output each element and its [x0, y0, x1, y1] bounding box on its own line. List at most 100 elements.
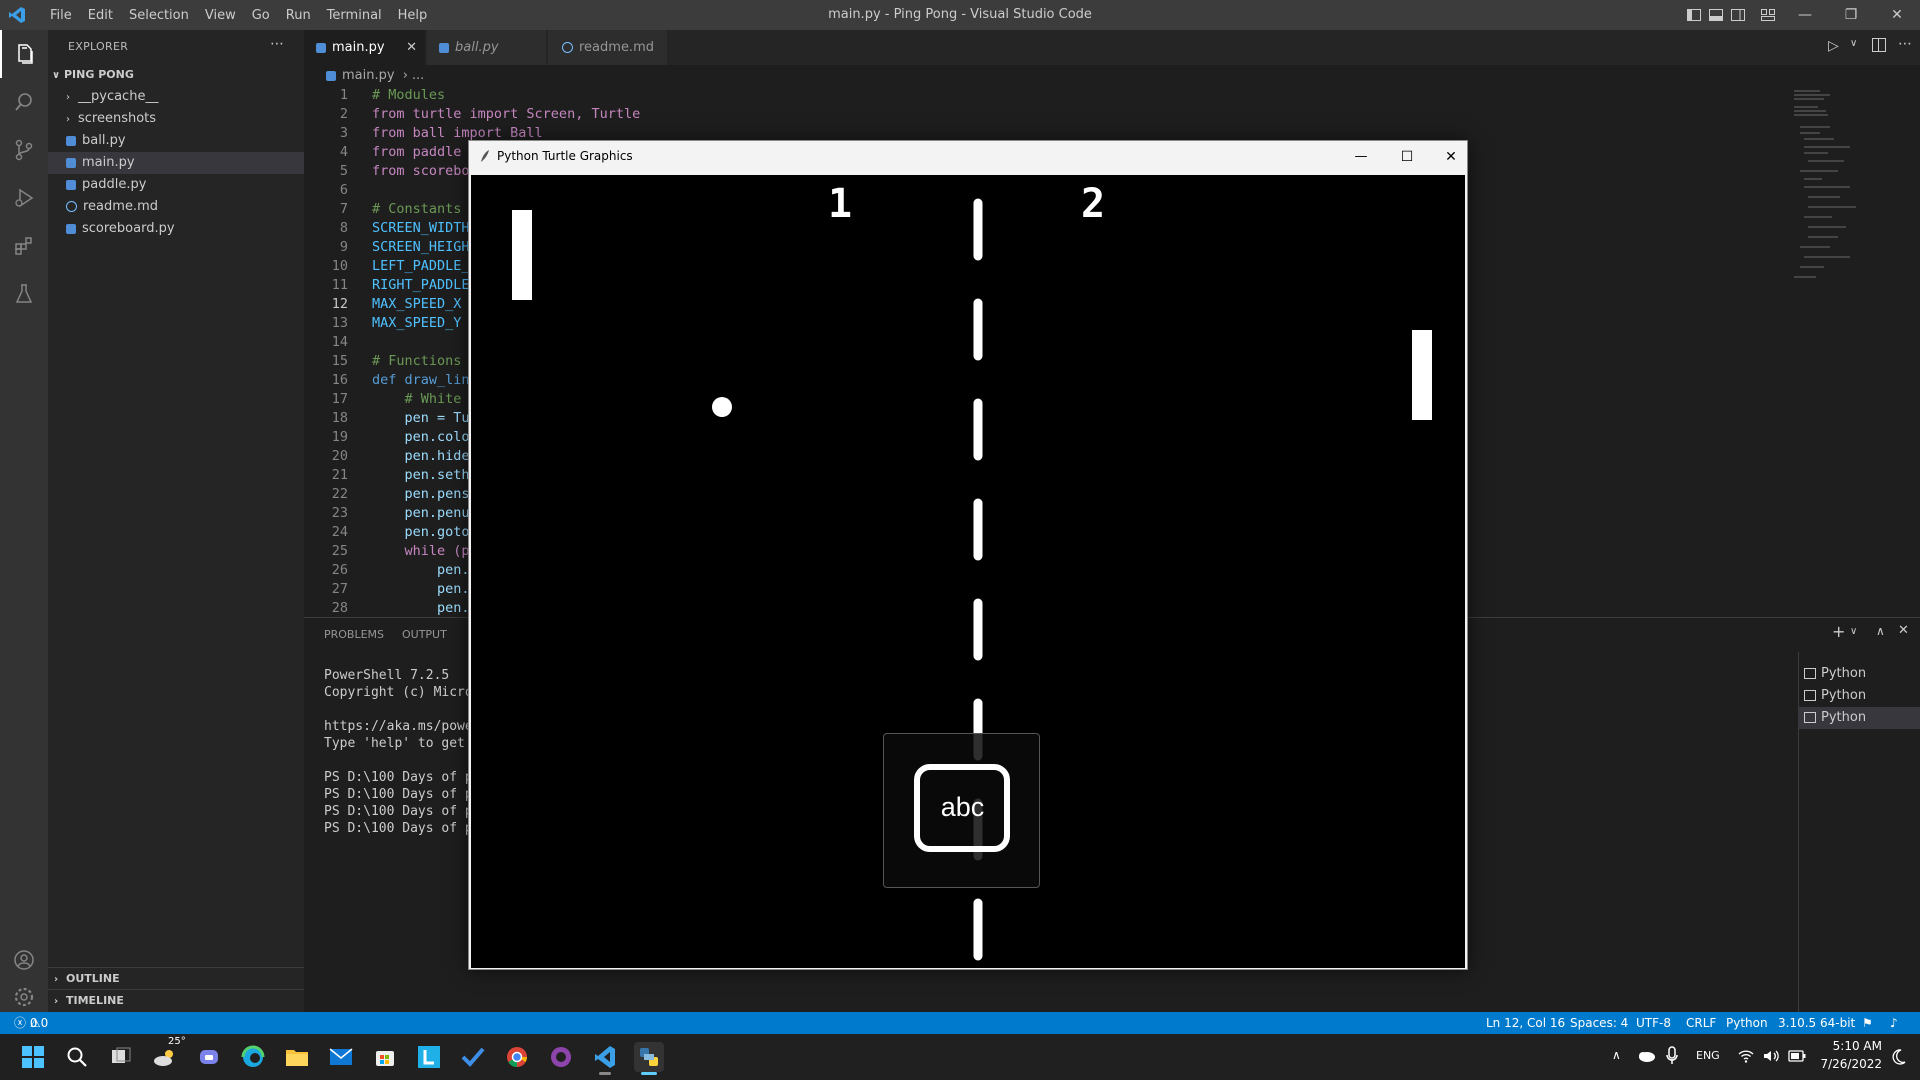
menu-help[interactable]: Help [390, 8, 436, 23]
clock-date[interactable]: 7/26/2022 [1808, 1057, 1882, 1071]
timeline-section[interactable]: › TIMELINE [48, 989, 304, 1011]
line-number: 26 [331, 562, 348, 578]
menu-file[interactable]: File [42, 8, 80, 23]
split-editor-icon[interactable] [1872, 38, 1886, 52]
l-app-icon[interactable] [414, 1042, 444, 1072]
cursor-position[interactable]: Ln 12, Col 16 [1486, 1012, 1565, 1034]
menu-edit[interactable]: Edit [80, 8, 121, 23]
input-language[interactable]: ENG [1696, 1049, 1720, 1062]
file-explorer-icon[interactable] [282, 1042, 312, 1072]
todo-checkmark-icon[interactable] [458, 1042, 488, 1072]
more-actions-icon[interactable]: ⋯ [270, 36, 284, 52]
feedback-icon[interactable]: ⚑ [1862, 1012, 1873, 1034]
microphone-icon[interactable] [1666, 1046, 1678, 1066]
restore-button[interactable]: ❐ [1828, 0, 1874, 30]
chrome-browser-icon[interactable] [502, 1042, 532, 1072]
new-terminal-icon[interactable]: + [1832, 622, 1845, 641]
tree-item-scoreboard-py[interactable]: scoreboard.py [48, 218, 304, 240]
terminal-instance[interactable]: Python [1798, 663, 1920, 685]
code-line: SCREEN_HEIGHT [372, 239, 478, 255]
menu-selection[interactable]: Selection [121, 8, 197, 23]
tree-item-readme-md[interactable]: readme.md [48, 196, 304, 218]
indentation[interactable]: Spaces: 4 [1570, 1012, 1628, 1034]
more-actions-icon[interactable]: ⋯ [1898, 36, 1912, 52]
close-button[interactable]: ✕ [1874, 0, 1920, 30]
explorer-icon[interactable] [0, 30, 48, 78]
maximize-panel-icon[interactable]: ∧ [1876, 624, 1885, 638]
tree-item-pycache[interactable]: › __pycache__ [48, 86, 304, 108]
windows-start-icon[interactable] [18, 1042, 48, 1072]
clock-time[interactable]: 5:10 AM [1818, 1039, 1882, 1053]
windows-taskbar: 25° ∧ ENG 5:10 AM 7/26/2022 [0, 1034, 1920, 1080]
menu-go[interactable]: Go [244, 8, 278, 23]
task-view-icon[interactable] [106, 1042, 136, 1072]
terminal-instance[interactable]: Python [1798, 685, 1920, 707]
outline-section[interactable]: › OUTLINE [48, 967, 304, 989]
minimize-button[interactable]: — [1782, 0, 1828, 30]
close-panel-icon[interactable]: ✕ [1898, 623, 1909, 638]
search-icon[interactable] [0, 78, 48, 126]
focus-assist-moon-icon[interactable] [1892, 1049, 1906, 1065]
settings-gear-icon[interactable] [0, 982, 48, 1012]
show-hidden-icons[interactable]: ∧ [1612, 1048, 1621, 1062]
testing-icon[interactable] [0, 270, 48, 318]
terminal-line: Copyright (c) Microso [324, 685, 489, 700]
code-line: from scorebo [372, 163, 470, 179]
weather-widget-icon[interactable]: 25° [150, 1036, 186, 1072]
project-folder[interactable]: ∨ PING PONG [48, 64, 304, 86]
tab-output[interactable]: OUTPUT [402, 628, 447, 641]
run-debug-icon[interactable] [0, 174, 48, 222]
tab-ball-py[interactable]: ball.py [427, 30, 547, 65]
encoding[interactable]: UTF-8 [1636, 1012, 1671, 1034]
menu-terminal[interactable]: Terminal [319, 8, 390, 23]
turtle-minimize-button[interactable]: — [1347, 143, 1375, 171]
tree-item-main-py[interactable]: main.py [48, 152, 304, 174]
python-interpreter[interactable]: 3.10.5 64-bit [1778, 1012, 1855, 1034]
battery-icon[interactable] [1788, 1050, 1806, 1062]
toggle-sidebar-icon[interactable] [1686, 7, 1702, 23]
tree-item-ball-py[interactable]: ball.py [48, 130, 304, 152]
edge-browser-icon[interactable] [238, 1042, 268, 1072]
turtle-maximize-button[interactable]: ☐ [1393, 143, 1421, 171]
microsoft-store-icon[interactable] [370, 1042, 400, 1072]
terminal-line: PS D:\100 Days of pyt [324, 804, 489, 819]
chevron-down-icon[interactable]: ∨ [1850, 626, 1857, 637]
accounts-icon[interactable] [0, 936, 48, 984]
toggle-secondary-sidebar-icon[interactable] [1730, 7, 1746, 23]
line-number: 25 [331, 543, 348, 559]
menu-view[interactable]: View [197, 8, 244, 23]
chevron-down-icon[interactable]: ∨ [1850, 38, 1857, 49]
teams-chat-icon[interactable] [194, 1042, 224, 1072]
turtle-close-button[interactable]: ✕ [1437, 143, 1465, 171]
python-turtle-taskbar-icon[interactable] [634, 1042, 664, 1075]
run-python-icon[interactable]: ▷ [1828, 38, 1839, 54]
line-ending[interactable]: CRLF [1686, 1012, 1716, 1034]
tab-readme-md[interactable]: readme.md [548, 30, 668, 65]
vscode-taskbar-icon[interactable] [590, 1042, 620, 1075]
tab-problems[interactable]: PROBLEMS [324, 628, 384, 641]
extensions-icon[interactable] [0, 222, 48, 270]
notifications-bell-icon[interactable]: ♪ [1890, 1012, 1898, 1034]
volume-icon[interactable] [1762, 1048, 1780, 1064]
menu-run[interactable]: Run [278, 8, 319, 23]
close-tab-icon[interactable]: ✕ [406, 30, 417, 65]
wifi-icon[interactable] [1738, 1048, 1754, 1064]
game-canvas[interactable]: 1 2 abc [471, 175, 1465, 968]
language-mode[interactable]: Python [1726, 1012, 1768, 1034]
terminal-instance[interactable]: Python [1798, 707, 1920, 729]
tab-main-py[interactable]: main.py ✕ [304, 30, 426, 65]
tree-item-paddle-py[interactable]: paddle.py [48, 174, 304, 196]
minimap[interactable] [1790, 87, 1910, 307]
toggle-panel-icon[interactable] [1708, 7, 1724, 23]
source-control-icon[interactable] [0, 126, 48, 174]
onedrive-cloud-icon[interactable] [1636, 1049, 1656, 1063]
breadcrumb: main.py ›... [326, 65, 424, 87]
tree-item-screenshots[interactable]: › screenshots [48, 108, 304, 130]
customize-layout-icon[interactable] [1760, 7, 1776, 23]
errors-indicator[interactable]: ⓧ 0 ⚠ 0 [14, 1012, 48, 1034]
github-desktop-icon[interactable] [546, 1042, 576, 1072]
python-file-icon [66, 223, 76, 234]
mail-icon[interactable] [326, 1042, 356, 1072]
code-line: from turtle import Screen, Turtle [372, 106, 641, 122]
search-icon[interactable] [62, 1042, 92, 1072]
